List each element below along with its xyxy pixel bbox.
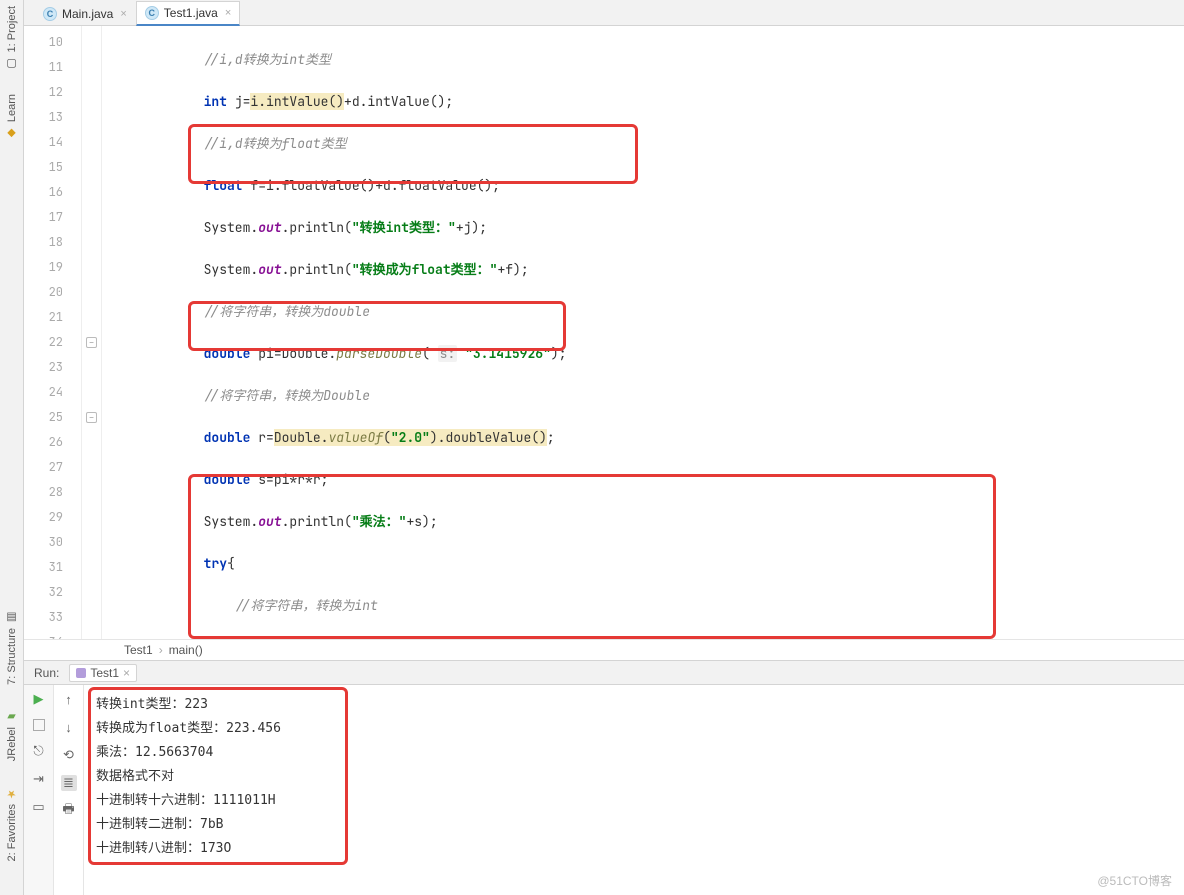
up-button[interactable]: ↑: [61, 691, 77, 707]
sidebar-structure[interactable]: 7: Structure▤: [5, 610, 19, 685]
sidebar-jrebel[interactable]: JRebel▰: [5, 709, 19, 761]
sidebar-learn[interactable]: ◆Learn: [5, 94, 19, 140]
run-header: Run: Test1 ×: [24, 661, 1184, 685]
breadcrumb-method[interactable]: main(): [169, 643, 203, 657]
sidebar-favorites[interactable]: 2: Favorites★: [5, 786, 19, 861]
output-line: 十进制转八进制：173O: [96, 837, 1172, 861]
run-config[interactable]: Test1 ×: [69, 664, 137, 682]
output-line: 转换成为float类型：223.456: [96, 717, 1172, 741]
run-panel: ▶ ⎋ ⇥ ▭ ↑ ↓ ⟲ ≣ 🖶 转换int类型：223 转换成为float类…: [24, 685, 1184, 895]
breadcrumb: Test1 main(): [24, 639, 1184, 661]
editor-tabs: C Main.java × C Test1.java ×: [24, 0, 1184, 26]
print-button[interactable]: 🖶: [61, 803, 77, 819]
close-icon[interactable]: ×: [225, 7, 231, 19]
output-line: 数据格式不对: [96, 765, 1172, 789]
line-gutter: 10 11 12 13 14 15 16 17 18 19 20 21 22 2…: [24, 26, 82, 639]
output-line: 转换int类型：223: [96, 693, 1172, 717]
java-class-icon: C: [145, 6, 159, 20]
exit-button[interactable]: ⎋: [31, 743, 47, 759]
run-toolbar-left: ▶ ⎋ ⇥ ▭: [24, 685, 54, 895]
down-button[interactable]: ↓: [61, 719, 77, 735]
tab-label: Test1.java: [164, 6, 218, 20]
java-class-icon: C: [43, 7, 57, 21]
run-toolbar-right: ↑ ↓ ⟲ ≣ 🖶: [54, 685, 84, 895]
output-line: 十进制转二进制：7bB: [96, 813, 1172, 837]
sidebar-project[interactable]: ▢1: Project: [5, 6, 19, 70]
layout-button[interactable]: ⇥: [31, 771, 47, 787]
breadcrumb-class[interactable]: Test1: [124, 643, 163, 657]
tab-test1[interactable]: C Test1.java ×: [136, 1, 240, 26]
close-icon[interactable]: ×: [123, 666, 130, 680]
rerun-button[interactable]: ▶: [31, 691, 47, 707]
run-label: Run:: [34, 666, 59, 680]
pin-button[interactable]: ▭: [31, 799, 47, 815]
output-line: 十进制转十六进制：1111011H: [96, 789, 1172, 813]
run-output[interactable]: 转换int类型：223 转换成为float类型：223.456 乘法：12.56…: [84, 685, 1184, 895]
editor[interactable]: 10 11 12 13 14 15 16 17 18 19 20 21 22 2…: [24, 26, 1184, 639]
watermark: @51CTO博客: [1097, 872, 1172, 889]
fold-gutter: − −: [82, 26, 102, 639]
sidebar-left: ▢1: Project ◆Learn 7: Structure▤ JRebel▰…: [0, 0, 24, 895]
app-icon: [76, 668, 86, 678]
output-line: 乘法：12.5663704: [96, 741, 1172, 765]
fold-handle[interactable]: −: [86, 337, 97, 348]
tab-label: Main.java: [62, 7, 113, 21]
stop-button[interactable]: [33, 719, 45, 731]
tab-main[interactable]: C Main.java ×: [34, 2, 136, 25]
close-icon[interactable]: ×: [120, 8, 126, 20]
scroll-to-end-button[interactable]: ≣: [61, 775, 77, 791]
code-area[interactable]: //i,d转换为int类型 int j=i.intValue()+d.intVa…: [102, 26, 1184, 639]
soft-wrap-button[interactable]: ⟲: [61, 747, 77, 763]
fold-handle[interactable]: −: [86, 412, 97, 423]
